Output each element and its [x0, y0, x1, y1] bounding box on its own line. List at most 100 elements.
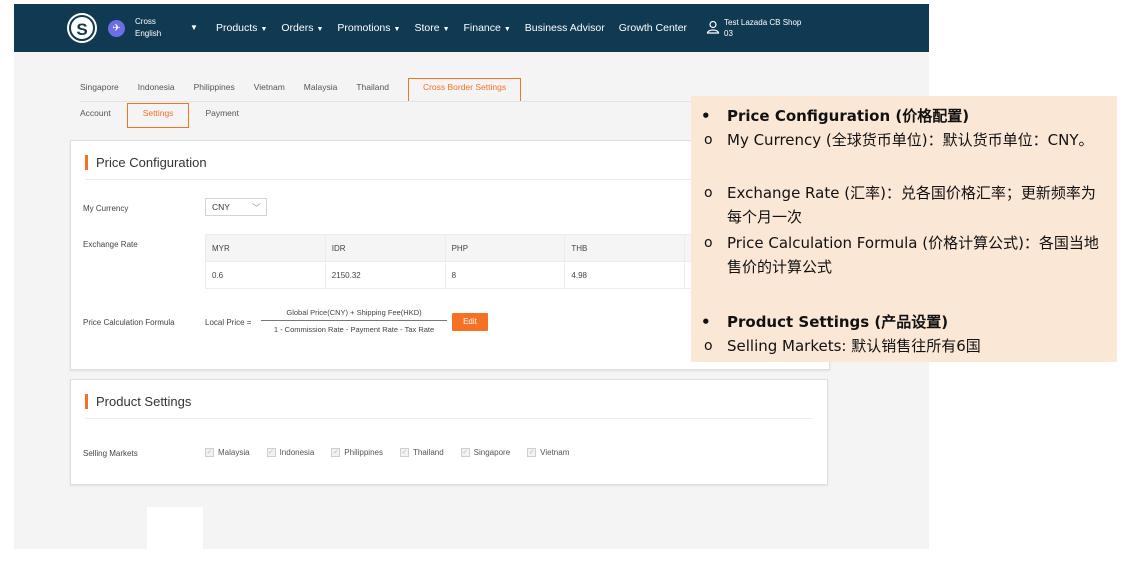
- annotation-currency: o My Currency (全球货币单位)：默认货币单位：CNY。: [704, 128, 1104, 152]
- local-price-label: Local Price =: [205, 318, 252, 327]
- market-label: Malaysia: [218, 448, 250, 457]
- nav-item-store[interactable]: Store ▼: [414, 22, 449, 34]
- chevron-down-icon: ﹀: [251, 203, 261, 213]
- annotation-bullet-product: • Product Settings (产品设置): [701, 311, 948, 332]
- price-formula: Global Price(CNY) + Shipping Fee(HKD) 1 …: [261, 308, 447, 334]
- cross-language-switcher[interactable]: Cross English: [135, 16, 161, 40]
- rate-value-php: 8: [444, 261, 566, 289]
- market-checkbox-thailand[interactable]: ✓ Thailand: [399, 448, 444, 457]
- annotation-formula-text: Price Calculation Formula (价格计算公式)：各国当地售…: [727, 234, 1099, 276]
- annotation-bullet-price: • Price Configuration (价格配置): [701, 105, 969, 126]
- sub-bullet-mark: o: [704, 235, 713, 251]
- tab-philippines[interactable]: Philippines: [194, 82, 235, 102]
- market-checkbox-vietnam[interactable]: ✓ Vietnam: [527, 448, 569, 457]
- product-settings-card: Product Settings Selling Markets ✓ Malays…: [70, 379, 828, 485]
- tab-payment[interactable]: Payment: [205, 108, 239, 118]
- chevron-down-icon: ▼: [503, 26, 511, 33]
- card-divider: [85, 418, 813, 419]
- shop-name-line1: Test Lazada CB Shop: [724, 18, 802, 27]
- tab-singapore[interactable]: Singapore: [80, 82, 119, 102]
- rate-value-thb: 4.98: [564, 261, 686, 289]
- annotation-bullet-product-text: Product Settings (产品设置): [727, 313, 949, 331]
- nav-item-orders[interactable]: Orders ▼: [281, 22, 323, 34]
- chevron-down-icon[interactable]: ▼: [190, 23, 198, 32]
- rate-value-idr: 2150.32: [324, 261, 446, 289]
- tab-indonesia[interactable]: Indonesia: [138, 82, 175, 102]
- slide: S ✈ Cross English ▼ Products ▼ Orders ▼ Prom…: [0, 0, 1131, 580]
- rate-value-myr: 0.6: [205, 261, 326, 289]
- price-formula-label: Price Calculation Formula: [83, 318, 175, 327]
- market-checkbox-indonesia[interactable]: ✓ Indonesia: [266, 448, 315, 457]
- language-label: English: [135, 29, 162, 38]
- market-label: Singapore: [473, 448, 511, 457]
- market-label: Philippines: [344, 448, 383, 457]
- plane-icon[interactable]: ✈: [108, 20, 125, 37]
- main-menu: Products ▼ Orders ▼ Promotions ▼ Store ▼ Finance…: [216, 4, 701, 52]
- selling-markets-label: Selling Markets: [83, 449, 138, 458]
- rate-header-thb: THB: [564, 234, 686, 262]
- tab-thailand[interactable]: Thailand: [356, 82, 389, 102]
- sub-bullet-mark: o: [704, 185, 713, 201]
- tab-malaysia[interactable]: Malaysia: [304, 82, 338, 102]
- checkbox-checked-icon[interactable]: ✓: [205, 448, 214, 457]
- rate-header-idr: IDR: [324, 234, 446, 262]
- selling-markets-checkboxes: ✓ Malaysia ✓ Indonesia ✓ Philippines ✓ Thailand…: [205, 448, 586, 457]
- chevron-down-icon: ▼: [442, 26, 450, 33]
- top-navigation-bar: S ✈ Cross English ▼ Products ▼ Orders ▼ Prom…: [14, 4, 929, 52]
- annotation-panel: • Price Configuration (价格配置) o My Currenc…: [691, 96, 1117, 362]
- currency-select[interactable]: CNY ﹀: [205, 198, 267, 216]
- currency-value: CNY: [212, 202, 230, 212]
- checkbox-checked-icon[interactable]: ✓: [527, 448, 537, 457]
- checkbox-checked-icon[interactable]: ✓: [460, 448, 470, 457]
- market-label: Vietnam: [540, 448, 570, 457]
- settings-sub-tabs: Account Settings Payment: [80, 103, 255, 128]
- nav-item-promotions[interactable]: Promotions ▼: [337, 22, 400, 34]
- rate-header-php: PHP: [444, 234, 566, 262]
- checkbox-checked-icon[interactable]: ✓: [399, 448, 409, 457]
- market-label: Thailand: [412, 448, 444, 457]
- annotation-markets-text: Selling Markets: 默认销售往所有6国: [727, 337, 981, 355]
- my-currency-label: My Currency: [83, 204, 129, 213]
- chevron-down-icon: ▼: [316, 26, 324, 33]
- market-checkbox-malaysia[interactable]: ✓ Malaysia: [205, 448, 250, 457]
- tab-cross-border-settings[interactable]: Cross Border Settings: [407, 78, 522, 102]
- product-settings-title: Product Settings: [85, 394, 191, 409]
- nav-item-label: Store: [414, 22, 440, 34]
- exchange-rate-label: Exchange Rate: [83, 240, 138, 249]
- seller-center-logo[interactable]: S: [69, 15, 95, 41]
- user-icon[interactable]: [706, 20, 720, 34]
- blank-area: [147, 507, 203, 549]
- cross-label: Cross: [135, 17, 156, 26]
- chevron-down-icon: ▼: [393, 26, 401, 33]
- market-label: Indonesia: [279, 448, 315, 457]
- nav-item-label: Finance: [463, 22, 501, 34]
- nav-item-label: Promotions: [337, 22, 391, 34]
- shop-name[interactable]: Test Lazada CB Shop 03: [724, 17, 801, 39]
- annotation-exchange: o Exchange Rate (汇率)：兑各国价格汇率；更新频率为每个月一次: [704, 181, 1104, 229]
- sub-bullet-mark: o: [704, 338, 713, 354]
- nav-item-finance[interactable]: Finance ▼: [464, 22, 511, 34]
- nav-item-label: Orders: [281, 22, 314, 34]
- country-tabs: Singapore Indonesia Philippines Vietnam Mala…: [80, 78, 540, 102]
- annotation-formula: o Price Calculation Formula (价格计算公式)：各国当…: [704, 231, 1104, 279]
- checkbox-checked-icon[interactable]: ✓: [331, 448, 341, 457]
- tab-account[interactable]: Account: [80, 108, 111, 118]
- nav-item-products[interactable]: Products ▼: [216, 22, 267, 34]
- shop-name-line2: 03: [724, 29, 733, 38]
- nav-item-label: Products: [216, 22, 258, 34]
- nav-item-label: Growth Center: [618, 22, 688, 34]
- annotation-currency-text: My Currency (全球货币单位)：默认货币单位：CNY。: [727, 131, 1094, 149]
- formula-numerator: Global Price(CNY) + Shipping Fee(HKD): [261, 308, 447, 321]
- annotation-exchange-text: Exchange Rate (汇率)：兑各国价格汇率；更新频率为每个月一次: [727, 184, 1096, 226]
- market-checkbox-singapore[interactable]: ✓ Singapore: [460, 448, 511, 457]
- tab-vietnam[interactable]: Vietnam: [254, 82, 285, 102]
- chevron-down-icon: ▼: [260, 26, 268, 33]
- market-checkbox-philippines[interactable]: ✓ Philippines: [331, 448, 383, 457]
- nav-item-growth-center[interactable]: Growth Center: [619, 22, 687, 34]
- nav-item-business-advisor[interactable]: Business Advisor: [525, 22, 605, 34]
- checkbox-checked-icon[interactable]: ✓: [266, 448, 276, 457]
- annotation-markets: o Selling Markets: 默认销售往所有6国: [704, 334, 1104, 358]
- tab-settings[interactable]: Settings: [126, 103, 190, 128]
- sub-bullet-mark: o: [704, 132, 713, 148]
- edit-formula-button[interactable]: Edit: [452, 313, 488, 331]
